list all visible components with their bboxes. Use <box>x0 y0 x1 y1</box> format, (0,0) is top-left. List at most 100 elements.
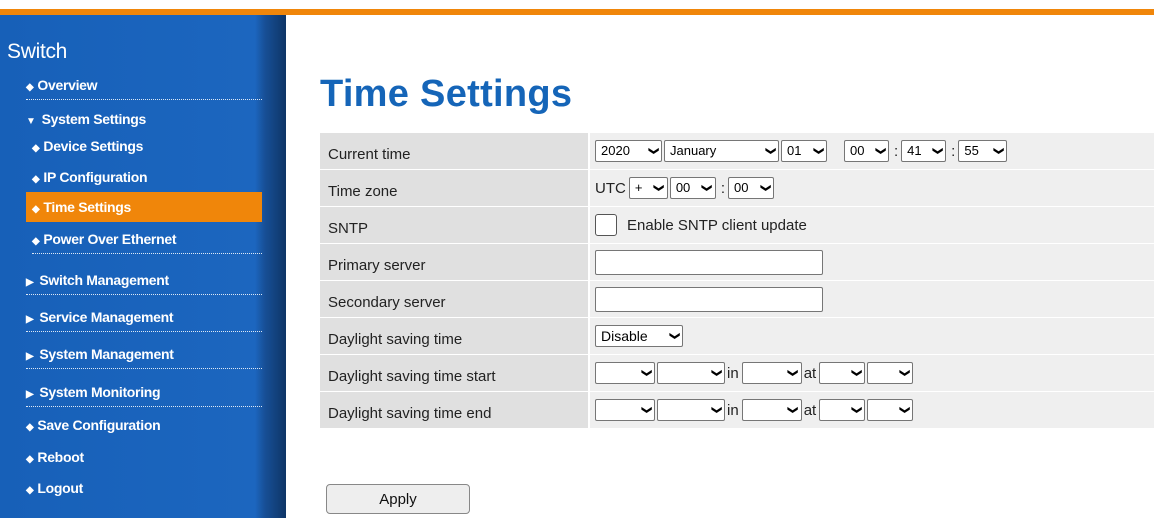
chevron-down-icon: ❯ <box>640 368 652 378</box>
minute-select[interactable]: 41 ❯ <box>901 140 947 162</box>
sidebar-item-service-management[interactable]: ▶ Service Management <box>26 302 262 332</box>
sntp-label: SNTP <box>320 207 588 243</box>
sidebar-item-label: Power Over Ethernet <box>43 231 177 247</box>
sntp-controls: Enable SNTP client update <box>590 207 1154 243</box>
sidebar-item-save-configuration[interactable]: ◆ Save Configuration <box>26 410 262 440</box>
page-title: Time Settings <box>320 73 573 115</box>
month-value: January <box>670 143 717 158</box>
dst-controls: Disable ❯ <box>590 318 1154 354</box>
primary-server-controls <box>590 244 1154 280</box>
time-zone-label: Time zone <box>320 170 588 206</box>
dst-mode-select[interactable]: Disable ❯ <box>595 325 683 347</box>
chevron-down-icon: ❯ <box>764 146 776 156</box>
dst-end-label: Daylight saving time end <box>320 392 588 428</box>
timezone-minutes-select[interactable]: 00 ❯ <box>728 177 774 199</box>
tz-minutes-value: 00 <box>734 180 749 195</box>
sidebar-item-ip-configuration[interactable]: ◆ IP Configuration <box>32 162 262 192</box>
time-zone-controls: UTC + ❯ 00 ❯ : 00 ❯ <box>590 170 1154 206</box>
chevron-down-icon: ❯ <box>710 368 722 378</box>
sidebar-item-label: Service Management <box>39 309 174 325</box>
collapsed-triangle-icon: ▶ <box>26 389 34 400</box>
sidebar-item-label: Save Configuration <box>37 417 161 433</box>
chevron-down-icon: ❯ <box>647 146 659 156</box>
dst-end-day-select[interactable]: ❯ <box>657 399 725 421</box>
sidebar-item-switch-management[interactable]: ▶ Switch Management <box>26 265 262 295</box>
collapsed-triangle-icon: ▶ <box>26 351 34 362</box>
second-select[interactable]: 55 ❯ <box>958 140 1008 162</box>
chevron-down-icon: ❯ <box>701 183 713 193</box>
dst-end-minute-select[interactable]: ❯ <box>867 399 914 421</box>
timezone-sign-select[interactable]: + ❯ <box>628 177 668 199</box>
sidebar-item-label: System Settings <box>41 111 147 127</box>
timezone-hours-select[interactable]: 00 ❯ <box>669 177 716 199</box>
top-strip <box>0 0 286 9</box>
apply-button[interactable]: Apply <box>326 484 470 514</box>
sidebar-item-device-settings[interactable]: ◆ Device Settings <box>32 131 262 161</box>
secondary-server-row: Secondary server <box>320 281 1154 317</box>
dst-start-minute-select[interactable]: ❯ <box>867 362 914 384</box>
dst-end-hour-select[interactable]: ❯ <box>819 399 866 421</box>
dst-start-at-text: at <box>803 364 817 382</box>
year-select[interactable]: 2020 ❯ <box>595 140 662 162</box>
chevron-down-icon: ❯ <box>759 183 771 193</box>
time-separator: : <box>894 142 899 160</box>
diamond-bullet-icon: ◆ <box>32 204 40 215</box>
secondary-server-input[interactable] <box>595 286 823 312</box>
dst-start-week-select[interactable]: ❯ <box>595 362 655 384</box>
sidebar-item-system-settings[interactable]: ▼ System Settings <box>26 104 262 134</box>
dst-mode-value: Disable <box>601 328 648 344</box>
primary-server-input[interactable] <box>595 249 823 275</box>
collapsed-triangle-icon: ▶ <box>26 277 34 288</box>
chevron-down-icon: ❯ <box>899 405 911 415</box>
dst-end-at-text: at <box>803 401 817 419</box>
utc-prefix: UTC <box>595 179 626 197</box>
sidebar-item-logout[interactable]: ◆ Logout <box>26 473 262 503</box>
enable-sntp-checkbox[interactable] <box>595 214 617 236</box>
sidebar-item-label: Reboot <box>37 449 84 465</box>
dst-label: Daylight saving time <box>320 318 588 354</box>
sidebar-item-label: IP Configuration <box>43 169 148 185</box>
chevron-down-icon: ❯ <box>993 146 1005 156</box>
secondary-server-controls <box>590 281 1154 317</box>
sidebar-item-system-management[interactable]: ▶ System Management <box>26 339 262 369</box>
sntp-row: SNTP Enable SNTP client update <box>320 207 1154 243</box>
diamond-bullet-icon: ◆ <box>26 82 34 93</box>
sidebar-item-system-monitoring[interactable]: ▶ System Monitoring <box>26 377 262 407</box>
dst-start-day-select[interactable]: ❯ <box>657 362 725 384</box>
chevron-down-icon: ❯ <box>640 405 652 415</box>
current-time-label: Current time <box>320 133 588 169</box>
chevron-down-icon: ❯ <box>812 146 824 156</box>
sidebar-item-label: System Monitoring <box>39 384 161 400</box>
sidebar-item-power-over-ethernet[interactable]: ◆ Power Over Ethernet <box>32 224 262 254</box>
dst-row: Daylight saving time Disable ❯ <box>320 318 1154 354</box>
time-separator: : <box>951 142 956 160</box>
chevron-down-icon: ❯ <box>931 146 943 156</box>
minute-value: 41 <box>907 143 922 158</box>
dst-start-hour-select[interactable]: ❯ <box>819 362 866 384</box>
diamond-bullet-icon: ◆ <box>32 236 40 247</box>
diamond-bullet-icon: ◆ <box>26 454 34 465</box>
sidebar-item-label: Logout <box>37 480 84 496</box>
month-select[interactable]: January ❯ <box>664 140 779 162</box>
dst-start-row: Daylight saving time start ❯ ❯ in ❯ at ❯… <box>320 355 1154 391</box>
sidebar-item-reboot[interactable]: ◆ Reboot <box>26 442 262 472</box>
dst-end-week-select[interactable]: ❯ <box>595 399 655 421</box>
sidebar-item-label: System Management <box>39 346 174 362</box>
dst-end-row: Daylight saving time end ❯ ❯ in ❯ at ❯ ❯ <box>320 392 1154 428</box>
time-settings-form: Current time 2020 ❯ January ❯ 01 ❯ 00 ❯ : 41… <box>320 133 1154 429</box>
chevron-down-icon: ❯ <box>851 368 863 378</box>
primary-server-row: Primary server <box>320 244 1154 280</box>
diamond-bullet-icon: ◆ <box>26 485 34 496</box>
dst-start-month-select[interactable]: ❯ <box>741 362 802 384</box>
tz-hours-value: 00 <box>675 180 691 195</box>
current-time-row: Current time 2020 ❯ January ❯ 01 ❯ 00 ❯ : 41… <box>320 133 1154 169</box>
current-time-controls: 2020 ❯ January ❯ 01 ❯ 00 ❯ : 41 ❯ : 55 ❯ <box>590 133 1154 169</box>
dst-end-controls: ❯ ❯ in ❯ at ❯ ❯ <box>590 392 1154 428</box>
hour-select[interactable]: 00 ❯ <box>844 140 889 162</box>
dst-end-month-select[interactable]: ❯ <box>741 399 802 421</box>
sidebar-item-time-settings[interactable]: ◆ Time Settings <box>26 192 262 222</box>
chevron-down-icon: ❯ <box>899 368 911 378</box>
collapsed-triangle-icon: ▶ <box>26 314 34 325</box>
sidebar-item-overview[interactable]: ◆ Overview <box>26 70 262 100</box>
day-select[interactable]: 01 ❯ <box>781 140 827 162</box>
